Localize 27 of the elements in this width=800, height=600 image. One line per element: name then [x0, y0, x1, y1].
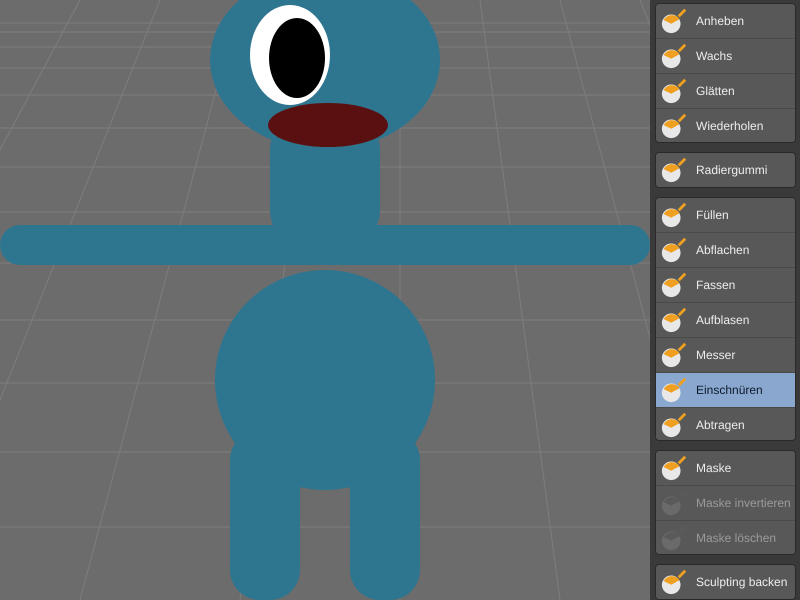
sculpt-brush-icon: [660, 376, 688, 404]
sculpt-brush-icon: [660, 112, 688, 140]
sculpt-brush-icon: [660, 156, 688, 184]
sculpt-brush-icon: [660, 42, 688, 70]
tool-item[interactable]: Einschnüren: [656, 372, 795, 407]
tool-item[interactable]: Abtragen: [656, 406, 795, 440]
sculpt-brush-icon: [660, 306, 688, 334]
tool-item[interactable]: Füllen: [656, 198, 795, 232]
sculpt-brush-icon: [660, 270, 688, 299]
tool-item[interactable]: Radiergummi: [656, 153, 795, 187]
tool-item[interactable]: Aufblasen: [656, 302, 795, 337]
sculpt-brush-icon: [660, 340, 688, 369]
tool-item[interactable]: Abflachen: [656, 232, 795, 267]
tool-item[interactable]: Wiederholen: [656, 108, 795, 142]
sculpt-brush-icon: [660, 200, 688, 229]
tool-item[interactable]: Wachs: [656, 38, 795, 73]
tool-item[interactable]: Sculpting backen: [656, 565, 795, 599]
sculpt-brush-icon: [660, 568, 688, 596]
sculpt-brush-icon: [660, 7, 688, 35]
sculpt-brush-icon: [660, 77, 688, 105]
tool-item[interactable]: Glätten: [656, 73, 795, 108]
tool-item[interactable]: Fassen: [656, 266, 795, 302]
tool-item[interactable]: Anheben: [656, 4, 795, 38]
sculpt-brush-icon: [660, 410, 688, 439]
tool-item[interactable]: Maske: [656, 450, 795, 485]
sculpt-brush-icon: [660, 454, 688, 482]
sculpt-brush-icon: [660, 236, 688, 264]
